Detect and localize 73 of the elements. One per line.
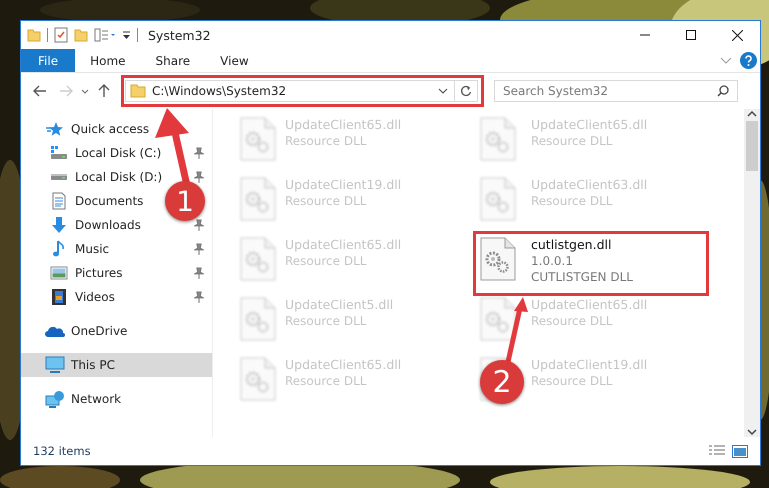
sidebar-item[interactable]: Documents xyxy=(21,189,152,213)
file-detail: Resource DLL xyxy=(531,313,614,329)
sidebar-item[interactable]: This PC xyxy=(21,353,212,377)
scroll-down-icon[interactable] xyxy=(747,427,757,437)
file-detail: CUTLISTGEN DLL xyxy=(531,269,633,285)
download-icon xyxy=(50,216,68,234)
file-gears-icon xyxy=(479,297,517,341)
search-icon xyxy=(717,85,729,97)
file-menu-tab[interactable]: File xyxy=(21,49,76,72)
file-gears-icon xyxy=(479,237,517,281)
star-icon xyxy=(46,121,64,137)
drive-icon xyxy=(50,173,68,181)
file-detail: Resource DLL xyxy=(531,133,614,149)
sidebar-item[interactable]: Music xyxy=(21,237,212,261)
document-icon xyxy=(50,192,68,210)
sidebar-item[interactable]: Pictures xyxy=(21,261,212,285)
pin-icon[interactable] xyxy=(194,267,204,279)
file-gears-icon xyxy=(239,297,277,341)
file-gears-icon xyxy=(479,177,517,221)
checklist-icon[interactable] xyxy=(54,27,68,43)
picture-icon xyxy=(50,265,68,281)
maximize-icon xyxy=(686,30,696,40)
back-arrow-icon[interactable] xyxy=(33,85,47,97)
layout-icon[interactable] xyxy=(94,28,116,42)
chevron-down-icon[interactable] xyxy=(81,88,89,94)
file-detail: 1.0.0.1 xyxy=(531,253,574,269)
ribbon-tab[interactable]: Home xyxy=(75,49,141,72)
item-count: 132 items xyxy=(33,444,92,458)
ribbon-tab[interactable]: Share xyxy=(140,49,206,72)
minimize-icon xyxy=(640,34,650,36)
sidebar-item[interactable]: Local Disk (C:) xyxy=(21,141,212,165)
file-detail: Resource DLL xyxy=(531,193,614,209)
dropdown-icon[interactable] xyxy=(122,30,131,40)
scroll-up-icon[interactable] xyxy=(747,109,757,119)
scrollbar-thumb[interactable] xyxy=(746,121,758,171)
sidebar-item[interactable]: Videos xyxy=(21,285,212,309)
search-field[interactable]: Search System32 xyxy=(494,80,738,102)
pin-icon[interactable] xyxy=(194,243,204,255)
ribbon-tab[interactable]: View xyxy=(205,49,264,72)
file-gears-icon xyxy=(239,117,277,161)
file-detail: Resource DLL xyxy=(285,133,368,149)
network-icon xyxy=(45,390,65,408)
pin-icon[interactable] xyxy=(194,171,204,183)
close-icon xyxy=(732,30,742,40)
pin-icon[interactable] xyxy=(194,291,204,303)
film-icon xyxy=(50,288,68,306)
thumbnails-view-icon[interactable] xyxy=(732,444,748,458)
pointer-arrow xyxy=(506,297,528,363)
sidebar-item[interactable]: OneDrive xyxy=(21,319,212,343)
file-gears-icon xyxy=(239,177,277,221)
refresh-icon[interactable] xyxy=(460,85,472,97)
sidebar-item[interactable]: Quick access xyxy=(21,117,212,141)
cloud-icon xyxy=(45,324,65,338)
help-icon[interactable] xyxy=(740,52,757,69)
chevron-down-icon[interactable] xyxy=(438,88,448,94)
file-detail: Resource DLL xyxy=(285,193,368,209)
file-gears-icon xyxy=(239,237,277,281)
file-gears-icon xyxy=(239,357,277,401)
pin-icon[interactable] xyxy=(194,147,204,159)
file-gears-icon xyxy=(479,117,517,161)
window-title: System32 xyxy=(148,28,212,42)
file-detail: Resource DLL xyxy=(531,373,614,389)
folder-icon xyxy=(130,84,146,98)
drive-icon xyxy=(50,145,68,161)
sidebar-item[interactable]: Network xyxy=(21,387,212,411)
up-arrow-icon[interactable] xyxy=(98,84,110,98)
file-detail: Resource DLL xyxy=(285,373,368,389)
monitor-icon xyxy=(45,356,65,374)
file-name[interactable]: cutlistgen.dll xyxy=(531,237,633,253)
file-detail: Resource DLL xyxy=(285,313,368,329)
file-detail: Resource DLL xyxy=(285,253,368,269)
pin-icon[interactable] xyxy=(194,219,204,231)
address-bar[interactable]: C:\Windows\System32 xyxy=(125,80,478,102)
